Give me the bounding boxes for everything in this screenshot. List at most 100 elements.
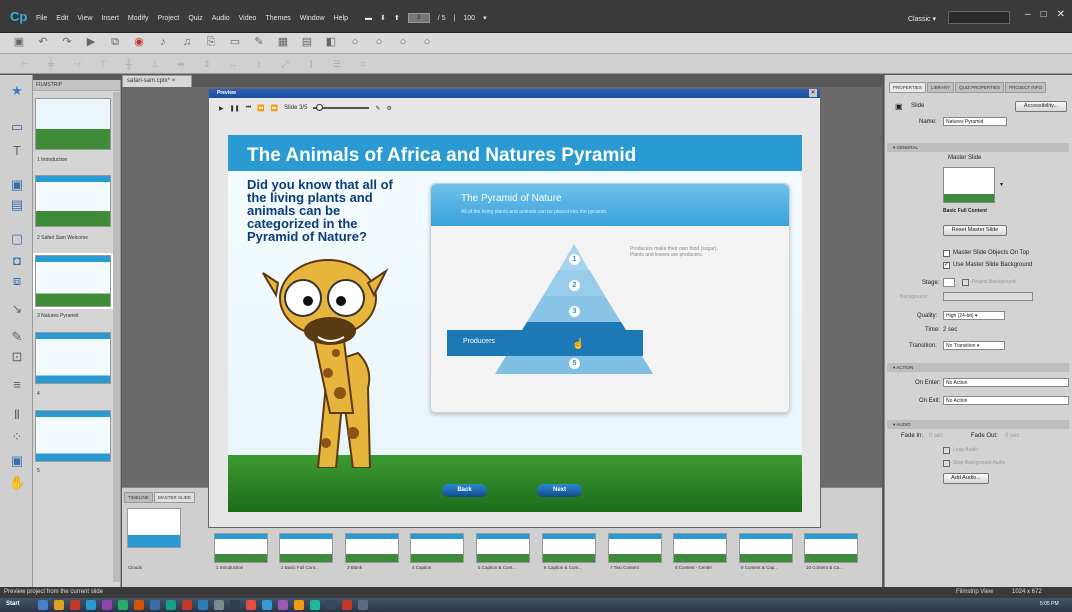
taskbar-app-icon[interactable] [262,600,272,610]
fade-out-value[interactable]: 0 sec [1005,433,1019,439]
flash-icon[interactable]: ✎ [252,36,266,49]
tab-timeline[interactable]: TIMELINE [124,492,153,503]
screen-icon[interactable]: ▬ [365,15,372,22]
filmstrip-scrollbar[interactable] [113,92,120,582]
master-thumb[interactable] [279,533,333,563]
same-height-icon[interactable]: ↕ [252,58,266,71]
filmstrip-thumb-1[interactable] [35,98,111,150]
star-icon[interactable]: ★ [9,83,25,99]
master-thumb[interactable] [410,533,464,563]
back-icon[interactable]: ⏪ [257,105,264,112]
record-icon[interactable]: ◉ [132,36,146,49]
workspace-switcher[interactable]: Classic ▾ [908,15,936,23]
caption-icon[interactable]: ◧ [324,36,338,49]
taskbar-app-icon[interactable] [134,600,144,610]
taskbar-app-icon[interactable] [246,600,256,610]
arrow-down-icon[interactable]: ⬇ [380,14,386,22]
menu-window[interactable]: Window [300,15,325,22]
taskbar-app-icon[interactable] [198,600,208,610]
stop-bg-audio-checkbox[interactable] [943,460,950,467]
align-left-icon[interactable]: ⊢ [18,58,32,71]
taskbar-app-icon[interactable] [294,600,304,610]
master-thumb[interactable] [345,533,399,563]
tab-master-slide[interactable]: MASTER SLIDE [154,492,196,503]
project-bg-checkbox[interactable] [962,279,969,286]
filmstrip-thumb-5[interactable] [35,410,111,462]
taskbar-app-icon[interactable] [54,600,64,610]
minimize-icon[interactable]: – [1025,9,1031,20]
name-field[interactable]: Natures Pyramid [943,117,1007,126]
taskbar-app-icon[interactable] [278,600,288,610]
taskbar-app-icon[interactable] [70,600,80,610]
object-icon-1[interactable]: ○ [348,36,362,49]
playback-slider[interactable] [313,104,370,111]
current-slide-field[interactable]: 3 [407,13,430,23]
master-thumb[interactable] [804,533,858,563]
tab-library[interactable]: LIBRARY [926,82,955,93]
back-button[interactable]: Back [442,484,487,497]
menu-themes[interactable]: Themes [265,15,290,22]
menu-project[interactable]: Project [158,15,180,22]
menu-quiz[interactable]: Quiz [188,15,202,22]
object-icon-3[interactable]: ○ [396,36,410,49]
save-icon[interactable]: ▣ [12,36,26,49]
master-thumb[interactable] [608,533,662,563]
help-search-input[interactable] [948,11,1010,24]
table-icon[interactable]: ▦ [276,36,290,49]
taskbar-app-icon[interactable] [86,600,96,610]
menu-audio[interactable]: Audio [212,15,230,22]
taskbar-app-icon[interactable] [38,600,48,610]
taskbar-app-icon[interactable] [326,600,336,610]
music-icon[interactable]: ♫ [180,36,194,49]
settings-icon[interactable]: ⚙ [386,105,391,112]
pointer-tool-icon[interactable]: ✎ [9,329,25,345]
text-tool-icon[interactable]: T [9,143,25,159]
same-width-icon[interactable]: ↔ [226,58,240,71]
distribute-v-icon[interactable]: ⇕ [200,58,214,71]
caption-tool-icon[interactable]: ▭ [9,119,25,135]
pen-icon[interactable]: ✎ [375,105,380,112]
preview-close-icon[interactable]: × [809,89,817,97]
taskbar-app-icon[interactable] [214,600,224,610]
object-icon-4[interactable]: ○ [420,36,434,49]
align-middle-icon[interactable]: ╫ [122,58,136,71]
effects-tool-icon[interactable]: ⁘ [9,429,25,445]
document-tab[interactable]: safari-sam.cptx* × [122,75,192,87]
rewind-icon[interactable]: ⏮ [246,105,251,112]
use-master-bg-checkbox[interactable]: ✓ [943,262,950,269]
tab-close-icon[interactable]: × [172,78,176,84]
general-section-header[interactable]: ▾ GENERAL [887,143,1069,152]
align-extra-icon[interactable]: ⌗ [356,58,370,71]
center-v-icon[interactable]: ☰ [330,58,344,71]
filmstrip-thumb-2[interactable] [35,175,111,227]
undo-icon[interactable]: ↶ [36,36,50,49]
center-h-icon[interactable]: ⫿ [304,58,318,71]
menu-modify[interactable]: Modify [128,15,149,22]
master-thumb[interactable] [739,533,793,563]
menu-help[interactable]: Help [334,15,348,22]
new-slide-icon[interactable]: ⧉ [108,36,122,49]
zoom-value[interactable]: 100 [463,15,475,22]
next-button[interactable]: Next [537,484,582,497]
stage-color-swatch[interactable] [943,278,955,287]
taskbar-app-icon[interactable] [310,600,320,610]
add-audio-button[interactable]: Add Audio... [943,473,989,484]
taskbar-app-icon[interactable] [150,600,160,610]
taskbar-app-icon[interactable] [118,600,128,610]
arrow-up-icon[interactable]: ⬆ [394,14,400,22]
widget-tool-icon[interactable]: Ⅱ [9,407,25,423]
taskbar-app-icon[interactable] [182,600,192,610]
button-tool-icon[interactable]: ▢ [9,231,25,247]
swf-tool-icon[interactable]: ▣ [9,453,25,469]
master-dropdown-icon[interactable]: ▾ [1000,181,1003,188]
start-button[interactable]: Start [6,601,20,607]
action-section-header[interactable]: ▾ ACTION [887,363,1069,372]
menu-view[interactable]: View [77,15,92,22]
text-entry-icon[interactable]: ≡ [9,377,25,393]
audio-icon[interactable]: ♪ [156,36,170,49]
slider-handle[interactable] [316,104,324,111]
master-thumb[interactable] [214,533,268,563]
image-tool-icon[interactable]: ▣ [9,177,25,193]
highlight-tool-icon[interactable]: ▤ [9,197,25,213]
fade-in-value[interactable]: 0 sec [929,433,943,439]
